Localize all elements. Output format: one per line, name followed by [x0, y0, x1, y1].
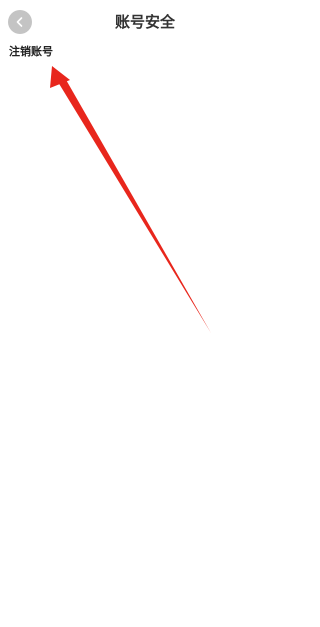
arrow-shaft	[58, 78, 211, 333]
header-bar: 账号安全	[0, 0, 290, 44]
deactivate-account-item[interactable]: 注销账号	[9, 44, 53, 60]
annotation-arrow	[50, 66, 211, 333]
arrow-head	[50, 66, 70, 88]
page-title: 账号安全	[114, 13, 175, 31]
